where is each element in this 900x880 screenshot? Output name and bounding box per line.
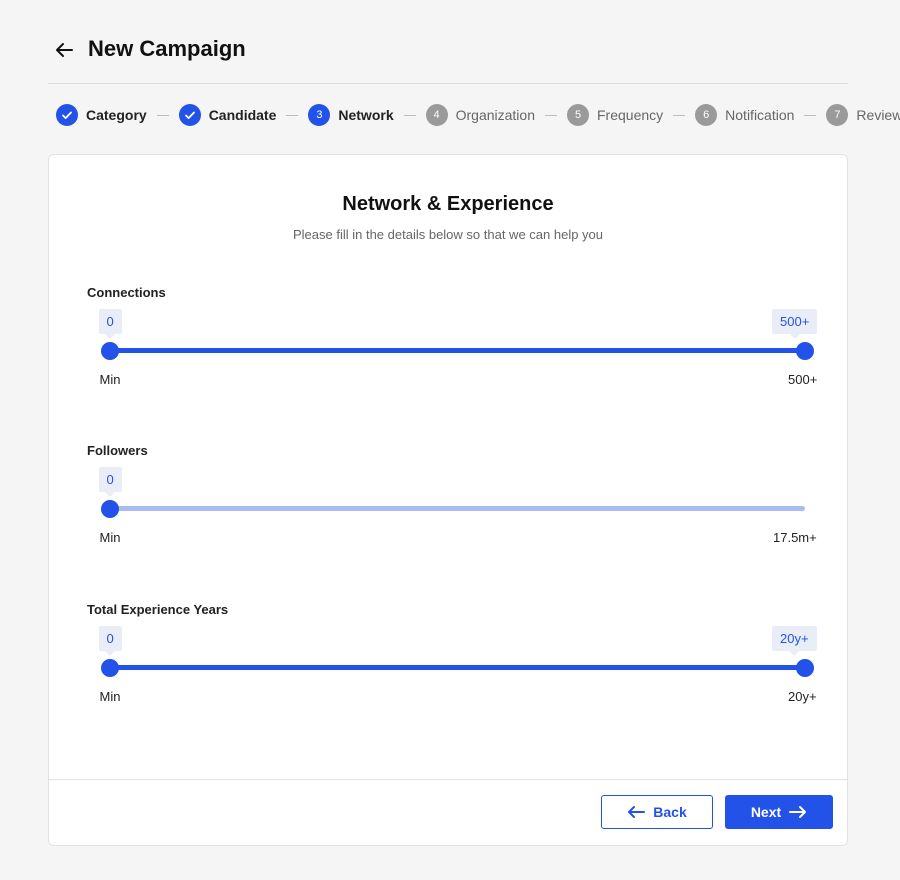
page-title: New Campaign bbox=[88, 36, 246, 61]
back-button[interactable]: Back bbox=[601, 795, 713, 829]
step-label: Organization bbox=[455, 107, 535, 123]
slider-track-fill bbox=[110, 665, 805, 670]
step-review[interactable]: 7 Review bbox=[826, 104, 900, 126]
slider-min-value-tag: 0 bbox=[98, 467, 122, 497]
step-separator bbox=[286, 114, 299, 116]
check-icon bbox=[178, 104, 201, 126]
slider-min-label: Min bbox=[99, 689, 121, 704]
step-number: 5 bbox=[567, 104, 589, 126]
slider-label: Connections bbox=[87, 285, 166, 300]
slider-max-handle[interactable] bbox=[796, 342, 814, 360]
step-label: Notification bbox=[725, 107, 795, 123]
step-label: Network bbox=[338, 107, 394, 123]
step-separator bbox=[804, 114, 817, 116]
back-arrow-icon[interactable] bbox=[54, 40, 74, 60]
slider-max-handle[interactable] bbox=[796, 659, 814, 677]
step-network[interactable]: 3 Network bbox=[308, 104, 394, 126]
slider-label: Total Experience Years bbox=[87, 602, 229, 617]
next-button-label: Next bbox=[750, 804, 782, 820]
slider-max-value-tag: 500+ bbox=[772, 309, 818, 339]
step-category[interactable]: Category bbox=[56, 104, 147, 126]
step-separator bbox=[545, 114, 557, 116]
slider-label: Followers bbox=[87, 443, 148, 458]
step-label: Frequency bbox=[597, 107, 664, 123]
slider-max-label: 500+ bbox=[788, 372, 818, 387]
slider-track[interactable] bbox=[110, 665, 805, 670]
slider-connections: Connections 0 500+ Min 500+ bbox=[87, 285, 818, 405]
slider-max-label: 17.5m+ bbox=[773, 530, 817, 545]
back-button-label: Back bbox=[653, 804, 687, 820]
step-separator bbox=[403, 114, 416, 116]
form-card: Network & Experience Please fill in the … bbox=[48, 154, 848, 846]
step-number: 3 bbox=[308, 104, 331, 126]
card-footer: Back Next bbox=[49, 779, 847, 845]
slider-min-handle[interactable] bbox=[101, 342, 119, 360]
step-label: Review bbox=[856, 107, 900, 123]
step-notification[interactable]: 6 Notification bbox=[695, 104, 794, 126]
arrow-left-icon bbox=[628, 806, 646, 818]
next-button[interactable]: Next bbox=[725, 795, 833, 829]
step-organization[interactable]: 4 Organization bbox=[425, 104, 535, 126]
step-separator bbox=[673, 114, 686, 116]
slider-followers: Followers 0 Min 17.5m+ bbox=[87, 443, 817, 563]
page-header: New Campaign bbox=[48, 32, 848, 84]
stepper: Category Candidate 3 Network 4 Organization 5 F… bbox=[56, 104, 900, 126]
slider-min-handle[interactable] bbox=[101, 500, 119, 518]
slider-min-label: Min bbox=[99, 372, 121, 387]
slider-max-label: 20y+ bbox=[788, 689, 817, 704]
arrow-right-icon bbox=[789, 806, 807, 818]
card-title: Network & Experience bbox=[342, 193, 554, 215]
step-separator bbox=[156, 114, 169, 116]
slider-track[interactable] bbox=[110, 506, 805, 511]
card-subtitle: Please fill in the details below so that… bbox=[292, 227, 604, 242]
slider-min-handle[interactable] bbox=[101, 659, 119, 677]
step-candidate[interactable]: Candidate bbox=[178, 104, 277, 126]
slider-track-fill bbox=[110, 348, 805, 353]
slider-track[interactable] bbox=[110, 348, 805, 353]
slider-total-experience-years: Total Experience Years 0 20y+ Min 20y+ bbox=[87, 602, 817, 722]
step-label: Candidate bbox=[208, 107, 277, 123]
check-icon bbox=[56, 104, 78, 126]
step-number: 4 bbox=[425, 104, 448, 126]
step-number: 6 bbox=[695, 104, 718, 126]
slider-max-value-tag: 20y+ bbox=[772, 626, 817, 656]
slider-min-value-tag: 0 bbox=[98, 309, 122, 339]
step-frequency[interactable]: 5 Frequency bbox=[567, 104, 663, 126]
step-label: Category bbox=[86, 107, 147, 123]
slider-min-label: Min bbox=[99, 530, 121, 545]
slider-min-value-tag: 0 bbox=[98, 626, 122, 656]
step-number: 7 bbox=[826, 104, 849, 126]
